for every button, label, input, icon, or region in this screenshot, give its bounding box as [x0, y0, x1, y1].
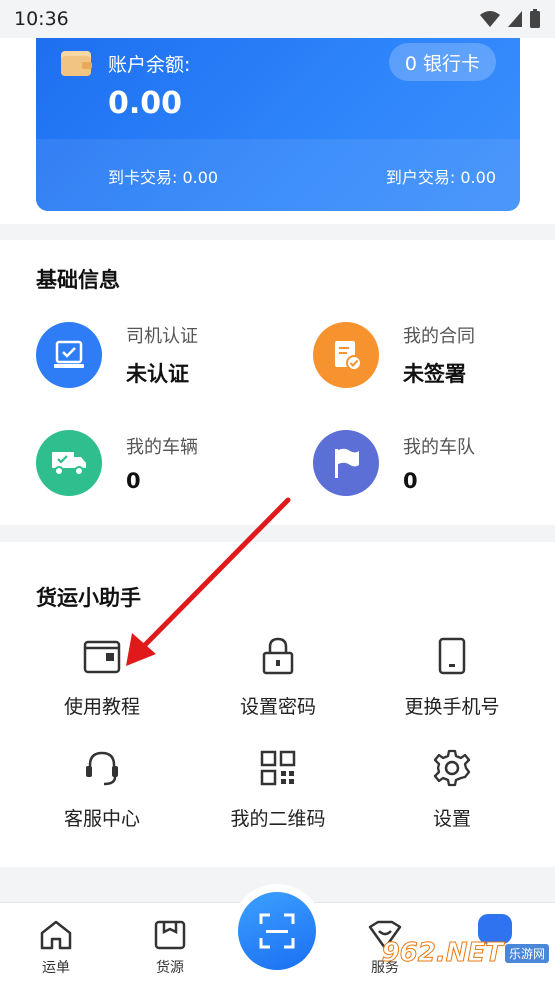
driver-cert-item[interactable]: 司机认证 未认证	[36, 322, 198, 388]
nav-waybill[interactable]: 运单	[16, 919, 96, 977]
scan-icon	[259, 913, 295, 949]
tutorial-item[interactable]: 使用教程	[12, 634, 192, 719]
vehicle-label: 我的车辆	[126, 437, 198, 458]
set-password-item[interactable]: 设置密码	[188, 634, 368, 719]
tutorial-label: 使用教程	[63, 696, 140, 718]
driver-cert-icon	[36, 322, 102, 388]
basic-info-section: 基础信息 司机认证 未认证 我的合同 未签署 我的车辆 0 我的车队 0	[0, 240, 555, 525]
helper-title: 货运小助手	[36, 586, 141, 610]
box-icon	[154, 920, 186, 950]
helper-section: 货运小助手 使用教程 设置密码 更换手机号 客服中心 我的二维码 设置	[0, 542, 555, 867]
driver-cert-value: 未认证	[126, 362, 189, 386]
driver-cert-label: 司机认证	[126, 326, 198, 347]
my-qr-code-label: 我的二维码	[230, 808, 326, 830]
wallet-icon	[61, 51, 92, 76]
change-phone-item[interactable]: 更换手机号	[362, 634, 542, 719]
flag-icon	[313, 430, 379, 496]
headset-icon	[12, 746, 192, 790]
nav-waybill-label: 运单	[42, 960, 70, 976]
set-password-label: 设置密码	[239, 696, 316, 718]
contract-icon	[313, 322, 379, 388]
wifi-icon	[480, 11, 500, 27]
account-transactions[interactable]: 到户交易: 0.00	[386, 164, 496, 188]
bank-cards-button[interactable]: 0 银行卡	[388, 43, 496, 81]
watermark: 962.NET 乐游网	[381, 938, 549, 969]
fleet-value: 0	[403, 469, 418, 493]
nav-cargo[interactable]: 货源	[130, 919, 210, 977]
qr-code-icon	[188, 746, 368, 790]
settings-label: 设置	[432, 808, 471, 830]
balance-label: 账户余额:	[108, 54, 191, 76]
truck-icon	[36, 430, 102, 496]
status-bar: 10:36	[0, 0, 555, 38]
battery-icon	[530, 9, 540, 28]
scan-button[interactable]	[238, 892, 316, 970]
home-icon	[40, 920, 72, 950]
customer-service-item[interactable]: 客服中心	[12, 746, 192, 831]
balance-card[interactable]: 账户余额: 0.00 0 银行卡 到卡交易: 0.00 到户交易: 0.00	[36, 38, 520, 211]
contract-value: 未签署	[403, 362, 466, 386]
gear-icon	[362, 746, 542, 790]
vehicle-item[interactable]: 我的车辆 0	[36, 430, 198, 496]
vehicle-value: 0	[126, 469, 141, 493]
change-phone-label: 更换手机号	[404, 696, 500, 718]
watermark-site: 乐游网	[504, 943, 549, 963]
phone-icon	[362, 634, 542, 678]
settings-item[interactable]: 设置	[362, 746, 542, 831]
status-icons	[479, 9, 541, 29]
balance-value: 0.00	[108, 86, 183, 121]
wallet-icon	[12, 634, 192, 678]
card-transactions[interactable]: 到卡交易: 0.00	[108, 164, 218, 188]
my-qr-code-item[interactable]: 我的二维码	[188, 746, 368, 831]
contract-item[interactable]: 我的合同 未签署	[313, 322, 475, 388]
watermark-number: 962.NET	[381, 938, 503, 969]
fleet-label: 我的车队	[403, 437, 475, 458]
basic-info-title: 基础信息	[36, 268, 120, 292]
contract-label: 我的合同	[403, 326, 475, 347]
lock-icon	[188, 634, 368, 678]
customer-service-label: 客服中心	[63, 808, 140, 830]
nav-cargo-label: 货源	[156, 960, 184, 976]
fleet-item[interactable]: 我的车队 0	[313, 430, 475, 496]
status-time: 10:36	[14, 8, 69, 30]
signal-icon	[508, 11, 522, 27]
